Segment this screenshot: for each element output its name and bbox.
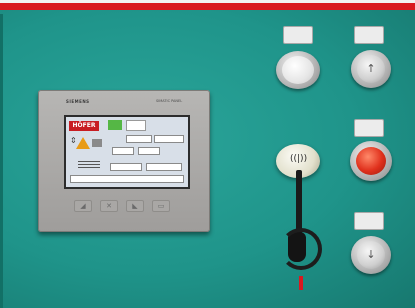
red-button-label-plate <box>354 119 384 137</box>
machine-icon <box>92 139 102 147</box>
hmi-key-4[interactable]: ▭ <box>152 200 170 212</box>
key-switch-symbol-icon: ((|)) <box>290 154 308 164</box>
hmi-model-label: SIMATIC PANEL <box>156 99 183 103</box>
top-edge-stripe <box>0 0 415 14</box>
top-edge-red-stripe <box>0 3 415 10</box>
red-pushbutton-cap <box>356 147 386 175</box>
down-arrow-icon: ↓ <box>366 248 376 261</box>
up-pushbutton-cap: ↑ <box>357 55 385 83</box>
hmi-key-3[interactable]: ◣ <box>126 200 144 212</box>
hmi-key-2[interactable]: ✕ <box>100 200 118 212</box>
status-field <box>126 120 146 131</box>
hmi-screen[interactable]: HÖFER ⇕ <box>64 115 190 189</box>
white-pushbutton-cap <box>282 56 314 84</box>
screen-field-5[interactable] <box>110 163 142 171</box>
level-bars-icon <box>78 161 100 169</box>
screen-logo: HÖFER <box>69 121 99 131</box>
down-button-label-plate <box>354 212 384 230</box>
key-cable-loop <box>280 228 322 270</box>
screen-status-row <box>70 175 184 183</box>
screen-field-4[interactable] <box>138 147 160 155</box>
status-green-indicator <box>108 120 122 130</box>
warning-icon <box>76 137 90 149</box>
up-arrow-pushbutton[interactable]: ↑ <box>351 50 391 88</box>
screen-field-2[interactable] <box>154 135 184 143</box>
down-pushbutton-cap: ↓ <box>357 241 385 269</box>
key-tag <box>299 276 303 290</box>
up-button-label-plate <box>354 26 384 44</box>
white-pushbutton[interactable] <box>276 51 320 89</box>
hmi-touch-panel: SIEMENS SIMATIC PANEL HÖFER ⇕ ◢ ✕ ◣ ▭ <box>38 90 210 232</box>
white-button-label-plate <box>283 26 313 44</box>
left-edge-shadow <box>0 14 3 308</box>
screen-field-6[interactable] <box>146 163 182 171</box>
up-arrow-icon: ↑ <box>366 62 376 75</box>
screen-field-3[interactable] <box>112 147 134 155</box>
hmi-brand-label: SIEMENS <box>66 99 90 104</box>
down-arrow-pushbutton[interactable]: ↓ <box>351 236 391 274</box>
hmi-key-1[interactable]: ◢ <box>74 200 92 212</box>
red-stop-pushbutton[interactable] <box>350 141 392 181</box>
control-panel-enclosure: SIEMENS SIMATIC PANEL HÖFER ⇕ ◢ ✕ ◣ ▭ ↑ … <box>0 0 415 308</box>
screen-field-1[interactable] <box>126 135 152 143</box>
